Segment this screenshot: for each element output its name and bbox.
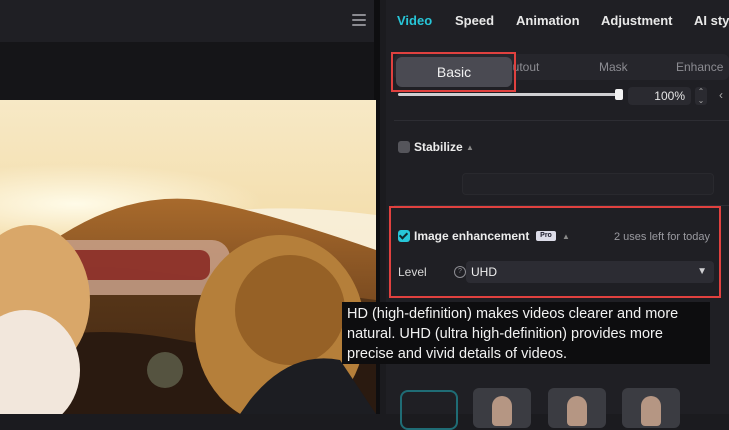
pro-badge: Pro [536,231,556,241]
level-select[interactable]: UHD ▼ [466,261,714,283]
video-frame-image [0,100,376,414]
stabilize-level-select [462,173,714,195]
stabilize-checkbox[interactable] [398,141,410,153]
preview-toolbar [0,0,374,42]
subtab-basic[interactable]: Basic [396,57,512,87]
menu-icon[interactable] [352,14,366,26]
level-tooltip: HD (high-definition) makes videos cleare… [342,302,710,364]
level-label: Level [398,265,427,279]
level-select-value: UHD [471,265,497,279]
image-enhancement-checkbox[interactable] [398,230,410,242]
scale-slider-handle[interactable] [615,89,623,100]
scale-slider-track[interactable] [398,93,620,96]
image-enhancement-label: Image enhancement [414,229,530,243]
highlight-box-enhancement [389,206,721,298]
tab-speed[interactable]: Speed [455,13,494,28]
subtab-mask[interactable]: Mask [599,60,628,74]
scale-value-input[interactable]: 100% [628,87,691,105]
section-divider [394,120,729,121]
section-divider [394,205,729,206]
tab-video[interactable]: Video [397,13,432,28]
properties-tabbar: Video Speed Animation Adjustment AI sty [386,0,729,42]
tab-animation[interactable]: Animation [516,13,580,28]
tab-adjustment[interactable]: Adjustment [601,13,673,28]
subtab-enhance[interactable]: Enhance [676,60,723,74]
uses-left-text: 2 uses left for today [614,231,710,243]
preset-thumbnail[interactable] [548,388,606,428]
preset-thumbnail[interactable] [473,388,531,428]
caret-up-icon[interactable]: ▲ [466,143,474,152]
stabilize-label: Stabilize [414,140,463,154]
info-icon[interactable]: ? [454,266,466,278]
stepper-icon[interactable]: ⌃ ⌄ [695,87,707,105]
chevron-down-icon: ▼ [697,266,707,277]
option-button[interactable] [400,390,458,430]
video-preview[interactable] [0,100,376,414]
tab-ai-style[interactable]: AI sty [694,13,729,28]
reset-icon[interactable]: ‹ [719,88,723,102]
caret-up-icon[interactable]: ▲ [562,232,570,241]
preset-thumbnail[interactable] [622,388,680,428]
preview-panel [0,0,380,414]
